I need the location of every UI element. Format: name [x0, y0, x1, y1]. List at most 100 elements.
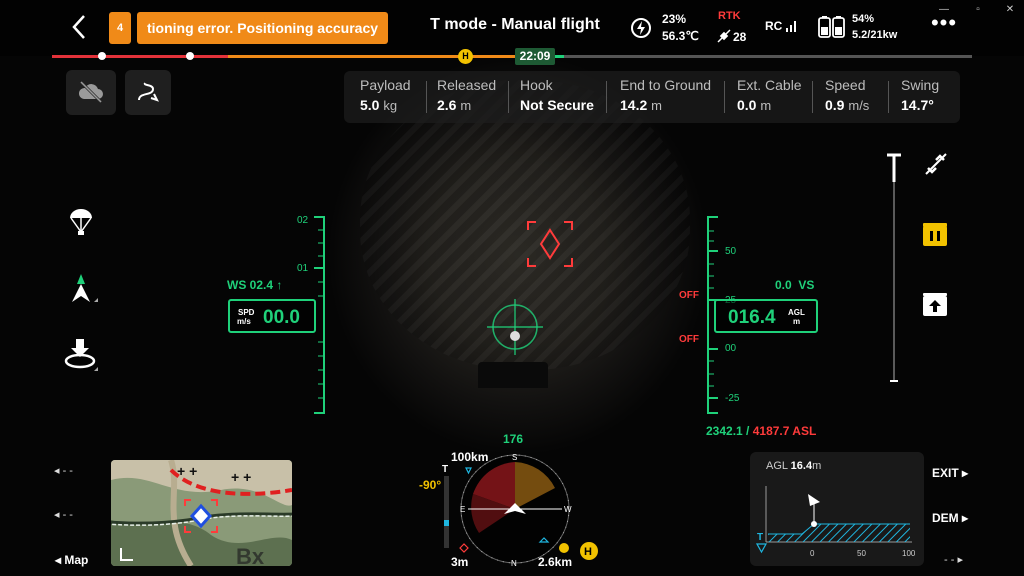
- telemetry-value: 14.7°: [901, 97, 934, 113]
- map-dash: ◂ - -: [54, 509, 73, 521]
- telemetry-label: Payload: [360, 77, 411, 93]
- more-icon[interactable]: •••: [930, 12, 958, 36]
- dem-label: DEM: [932, 511, 959, 525]
- profile-agl: AGL 16.4m: [766, 460, 821, 472]
- telemetry-speed: Speed 0.9 m/s: [825, 77, 869, 113]
- distance-bottom-right: 2.6km: [538, 555, 573, 569]
- svg-text:H: H: [584, 546, 592, 558]
- exit-label: EXIT: [932, 466, 959, 480]
- minimize-icon[interactable]: —: [936, 4, 952, 15]
- parachute-icon[interactable]: [68, 208, 94, 236]
- svg-text:S: S: [512, 453, 517, 462]
- exit-button[interactable]: EXIT ▸: [932, 466, 968, 480]
- maximize-icon[interactable]: ▫: [970, 4, 986, 15]
- telemetry-panel: Payload 5.0 kg Released 2.6 m Hook Not S…: [344, 71, 960, 123]
- timeline-red-segment: [52, 55, 228, 58]
- back-icon[interactable]: [64, 10, 94, 44]
- hook-retract-icon[interactable]: [922, 292, 948, 318]
- agl-readout: 016.4 AGL m: [714, 299, 818, 333]
- telemetry-hook: Hook Not Secure: [520, 77, 594, 113]
- payload-target-marker: [527, 221, 573, 267]
- map-dash: ◂ - -: [54, 465, 73, 477]
- home-point-icon: H: [458, 49, 473, 64]
- telemetry-label: Released: [437, 77, 497, 93]
- route-button[interactable]: [125, 70, 171, 115]
- rtk-satellite-count: 28: [733, 30, 747, 44]
- spd-value: 00.0: [263, 307, 300, 328]
- flight-timeline[interactable]: [52, 52, 972, 60]
- home-icon: H: [580, 542, 598, 560]
- cloud-off-icon: [78, 80, 103, 104]
- gimbal-pitch: -90°: [419, 478, 442, 492]
- landing-icon[interactable]: [62, 335, 102, 375]
- aircraft-battery-temp: 56.3℃: [662, 29, 699, 43]
- aircraft-mode-icon[interactable]: [66, 272, 100, 308]
- link-off-icon[interactable]: [922, 150, 950, 178]
- flight-time: 22:09: [515, 48, 555, 65]
- spd-unit: m/s: [237, 317, 251, 326]
- ground-object: [478, 362, 548, 388]
- profile-dash: - - ▸: [944, 554, 963, 566]
- profile-axis-tick: 50: [857, 549, 866, 558]
- svg-text:W: W: [564, 505, 572, 514]
- close-icon[interactable]: ✕: [1002, 4, 1018, 15]
- telemetry-value: 0.9: [825, 97, 845, 113]
- telemetry-label: Swing: [901, 77, 940, 93]
- expand-map-icon[interactable]: [119, 546, 135, 562]
- spd-label: SPD: [238, 308, 255, 317]
- gimbal-pitch-bar: T: [442, 464, 449, 548]
- warning-banner[interactable]: tioning error. Positioning accuracy: [137, 12, 388, 44]
- map-label: Map: [64, 553, 89, 567]
- map-aircraft-marker: [184, 499, 218, 533]
- wind-speed: WS 02.4 ↑: [227, 278, 283, 292]
- flight-mode-title: T mode - Manual flight: [430, 16, 600, 33]
- telemetry-unit: m: [760, 98, 772, 113]
- rc-label: RC: [765, 19, 783, 33]
- satellite-icon: [717, 29, 731, 43]
- distance-bottom-left: 3m: [451, 555, 469, 569]
- right-scale-tick: 50: [725, 246, 737, 257]
- map-toggle[interactable]: ◂ Map: [55, 553, 88, 567]
- profile-agl-label: AGL: [766, 460, 788, 472]
- profile-agl-value: 16.4: [790, 460, 813, 472]
- telemetry-value: Not Secure: [520, 97, 594, 113]
- vs-label: VS: [798, 278, 815, 292]
- profile-home-icon: T: [756, 532, 768, 554]
- dem-button[interactable]: DEM ▸: [932, 511, 968, 525]
- left-scale-tick: 02: [297, 215, 309, 226]
- pause-icon[interactable]: [922, 222, 948, 248]
- left-scale-tick: 01: [297, 263, 309, 274]
- wind-speed-value: WS 02.4: [227, 278, 274, 292]
- telemetry-unit: m: [651, 98, 662, 113]
- agl-value: 016.4: [728, 307, 776, 328]
- telemetry-value: 0.0: [737, 97, 757, 113]
- telemetry-label: Speed: [825, 77, 866, 93]
- telemetry-value: 2.6: [437, 97, 457, 113]
- telemetry-unit: m: [460, 98, 472, 113]
- svg-text:E: E: [460, 505, 465, 514]
- telemetry-label: End to Ground: [620, 77, 712, 93]
- svg-text:+ +: + +: [231, 469, 251, 485]
- hide-map-button[interactable]: [66, 70, 116, 115]
- timeline-marker[interactable]: [98, 52, 106, 60]
- aircraft-battery-percent: 23%: [662, 12, 687, 26]
- telemetry-ext-cable: Ext. Cable 0.0 m: [737, 77, 802, 113]
- telemetry-unit: m/s: [848, 98, 870, 113]
- telemetry-value: 14.2: [620, 97, 648, 113]
- profile-axis-tick: 0: [810, 549, 815, 558]
- heading-value: 176: [503, 432, 524, 446]
- rc-battery-percent: 54%: [852, 13, 875, 25]
- warning-count-badge[interactable]: 4: [109, 12, 131, 44]
- agl-unit: m: [793, 317, 801, 326]
- right-scale-tick: 00: [725, 343, 737, 354]
- telemetry-label: Hook: [520, 77, 553, 93]
- minimap[interactable]: + + + + Bx: [111, 460, 292, 566]
- timeline-marker[interactable]: [186, 52, 194, 60]
- vs-value: 0.0: [775, 278, 792, 292]
- terrain-profile-panel[interactable]: AGL 16.4m 0 50 100 T: [750, 452, 924, 566]
- terrain-profile-chart: [765, 486, 912, 543]
- cable-slider[interactable]: [882, 152, 906, 386]
- vertical-speed: 0.0 VS: [775, 278, 814, 292]
- telemetry-label: Ext. Cable: [737, 77, 802, 93]
- rtk-label: RTK: [718, 10, 741, 22]
